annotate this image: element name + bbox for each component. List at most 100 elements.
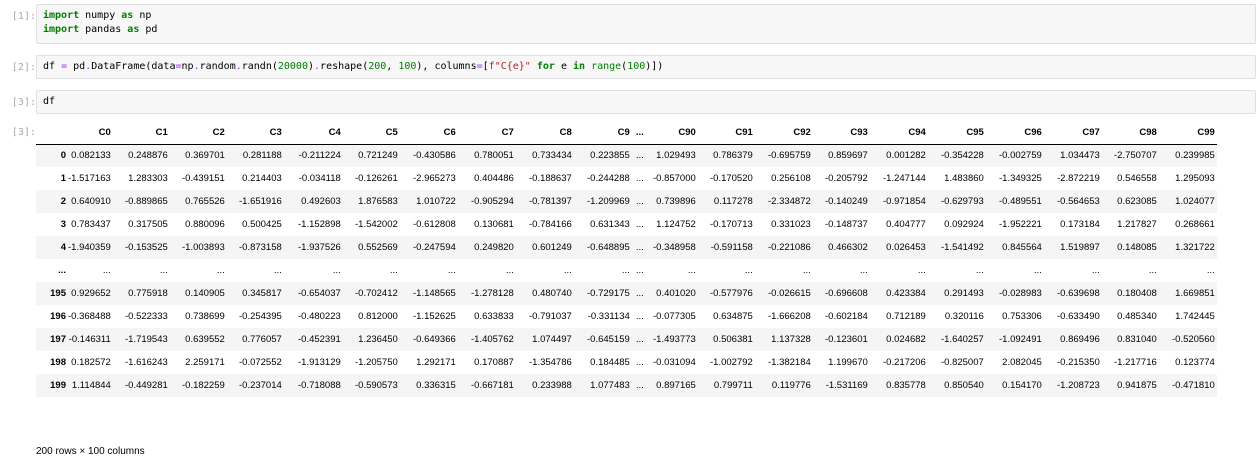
table-cell: -1.002792: [710, 357, 753, 368]
table-cell: 0.775918: [128, 288, 168, 299]
table-cell: -0.211224: [298, 150, 341, 162]
code-cell-2[interactable]: [2]: df = pd.DataFrame(data=np.random.ra…: [0, 55, 1256, 79]
table-cell: ...: [635, 265, 644, 276]
table-cell: -0.718088: [298, 380, 341, 391]
table-cell: -0.702412: [355, 288, 398, 299]
table-cell: -0.215350: [1057, 357, 1100, 368]
column-header: C1: [112, 121, 170, 145]
table-cell: -0.729175: [587, 288, 630, 299]
code-cell-1[interactable]: [1]: import numpy as np import pandas as…: [0, 4, 1256, 44]
table-cell: ...: [635, 173, 644, 184]
table-cell: -0.522333: [125, 311, 168, 322]
column-header: C6: [399, 121, 458, 145]
column-header: C90: [645, 121, 698, 145]
code-input[interactable]: df: [36, 90, 1256, 114]
table-cell: -0.873158: [239, 242, 282, 253]
table-cell: -0.520560: [1172, 334, 1215, 345]
table-cell: 1.742445: [1175, 311, 1215, 322]
table-cell: 1.114844: [71, 380, 111, 391]
table-cell: ...: [447, 265, 456, 276]
table-cell: -1.952221: [999, 219, 1042, 230]
table-cell: -2.872219: [1057, 173, 1100, 184]
table-cell: -0.602184: [825, 311, 868, 322]
table-cell: -0.695759: [768, 150, 811, 162]
table-row: 198 0.182572 -1.616243 2.259171 -0.072552 -1.…: [36, 351, 1217, 374]
table-cell: 0.850540: [944, 380, 984, 391]
table-cell: -1.640257: [941, 334, 984, 345]
table-cell: -0.591158: [710, 242, 753, 253]
table-cell: 1.295093: [1175, 173, 1215, 184]
table-cell: -0.857000: [653, 173, 696, 184]
table-cell: 0.845564: [1002, 242, 1042, 253]
code-input[interactable]: df = pd.DataFrame(data=np.random.randn(2…: [36, 55, 1256, 79]
table-cell: -1.092491: [999, 334, 1042, 345]
dataframe-table: C0 C1 C2 C3 C4 C5 C6 C7 C8 C9... C90 C91 C92 C93 C94 C9…: [36, 121, 1217, 397]
table-cell: 1.024077: [1175, 196, 1215, 207]
table-cell: -0.205792: [825, 173, 868, 184]
table-cell: -1.247144: [883, 173, 926, 184]
table-cell: 0.140905: [185, 288, 225, 299]
table-cell: ...: [1033, 265, 1042, 276]
table-cell: -0.825007: [941, 357, 984, 368]
table-cell: -0.140249: [825, 196, 868, 207]
table-cell: -0.590573: [355, 380, 398, 391]
table-cell: -0.667181: [471, 380, 514, 391]
table-cell: 1.199670: [828, 357, 868, 368]
table-cell: 0.640910: [71, 196, 111, 207]
table-cell: -0.217206: [883, 357, 926, 368]
table-cell: 0.799711: [713, 380, 753, 391]
table-cell: 0.317505: [128, 219, 168, 230]
table-cell: -1.152898: [298, 219, 341, 230]
table-cell: ...: [563, 265, 572, 276]
table-cell: -0.971854: [883, 196, 926, 207]
table-cell: ...: [102, 265, 111, 276]
table-cell: -0.654037: [298, 288, 341, 299]
table-cell: -0.354228: [941, 150, 984, 162]
table-cell: 0.024682: [886, 334, 926, 345]
table-cell: 0.092924: [944, 219, 984, 230]
table-cell: -0.784166: [529, 219, 572, 230]
table-cell: -0.254395: [239, 311, 282, 322]
table-cell: 0.404777: [886, 219, 926, 230]
table-cell: -2.750707: [1114, 150, 1157, 162]
cell-prompt: [3]:: [11, 97, 36, 108]
column-header: C2: [169, 121, 227, 145]
table-cell: -1.349325: [999, 173, 1042, 184]
table-cell: -1.278128: [471, 288, 514, 299]
table-cell: 0.320116: [944, 311, 984, 322]
table-row: 0 0.082133 0.248876 0.369701 0.281188 -0.2112…: [36, 144, 1217, 167]
row-index: 4: [60, 242, 66, 253]
table-cell: 1.124752: [656, 219, 696, 230]
cell-prompt: [2]:: [11, 62, 36, 73]
table-cell: 0.082133: [71, 150, 111, 162]
table-cell: 0.480740: [532, 288, 572, 299]
table-cell: 0.130681: [474, 219, 514, 230]
table-cell: 0.633833: [474, 311, 514, 322]
table-cell: -0.182259: [182, 380, 225, 391]
row-index: 197: [50, 334, 66, 345]
table-cell: 2.259171: [185, 357, 225, 368]
table-cell: 0.345817: [242, 288, 282, 299]
table-cell: ...: [687, 265, 696, 276]
table-cell: -1.209969: [587, 196, 630, 207]
table-cell: 0.812000: [358, 311, 398, 322]
table-cell: -0.489551: [999, 196, 1042, 207]
table-cell: -0.633490: [1057, 311, 1100, 322]
table-cell: ...: [635, 357, 644, 368]
table-cell: 0.897165: [656, 380, 696, 391]
column-header: C92: [754, 121, 813, 145]
table-cell: 1.029493: [656, 150, 696, 162]
table-cell: -0.221086: [768, 242, 811, 253]
table-cell: 0.291493: [944, 288, 984, 299]
table-row: 199 1.114844 -0.449281 -0.182259 -0.237014 -0…: [36, 374, 1217, 397]
column-header: C98: [1101, 121, 1159, 145]
table-cell: ...: [802, 265, 811, 276]
table-cell: -0.577976: [710, 288, 753, 299]
table-cell: 0.119776: [771, 380, 811, 391]
table-cell: ...: [1091, 265, 1100, 276]
table-cell: ...: [635, 196, 644, 207]
code-cell-3[interactable]: [3]: df: [0, 90, 1256, 114]
table-cell: 1.321722: [1175, 242, 1215, 253]
table-cell: ...: [1206, 265, 1215, 276]
code-input[interactable]: import numpy as np import pandas as pd: [36, 4, 1256, 44]
